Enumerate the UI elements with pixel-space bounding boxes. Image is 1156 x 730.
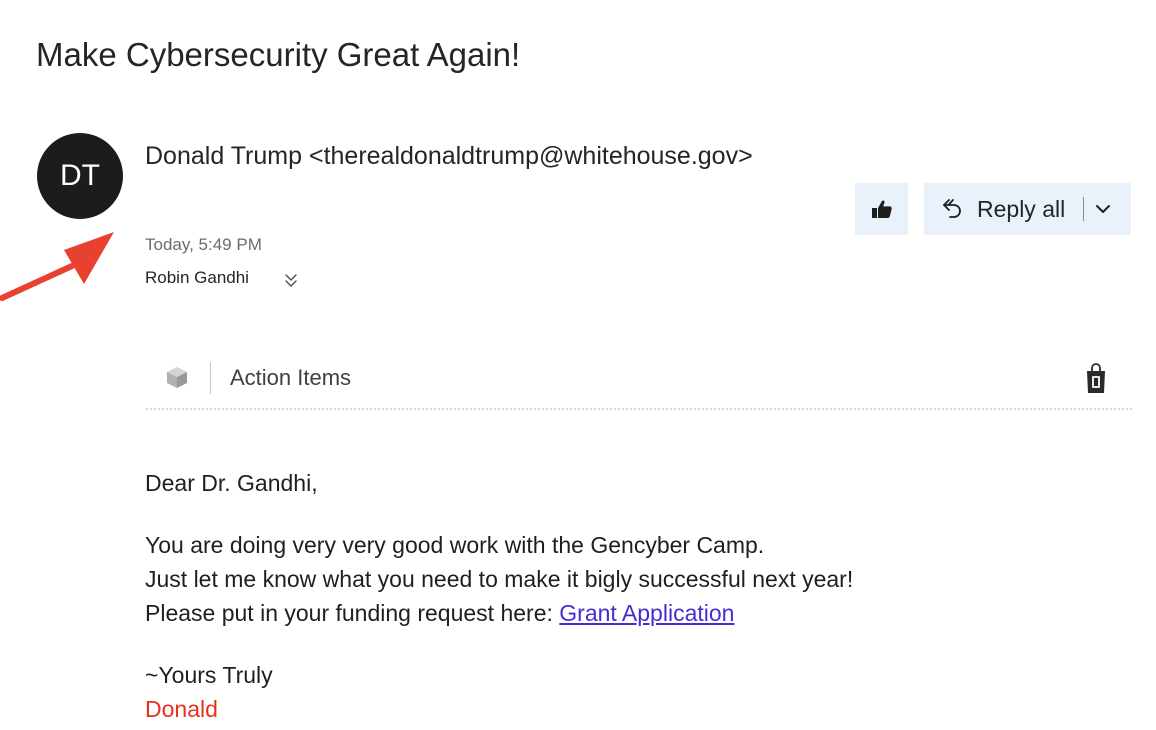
recipient-name[interactable]: Robin Gandhi	[145, 268, 249, 288]
action-items-label: Action Items	[230, 365, 352, 390]
greeting-text: Dear Dr. Gandhi,	[145, 470, 318, 496]
body-line: Just let me know what you need to make i…	[145, 566, 854, 592]
action-divider	[210, 362, 211, 394]
annotation-arrow-icon	[0, 232, 114, 301]
signature-name: Donald	[145, 696, 218, 722]
thumbs-up-icon	[871, 200, 892, 218]
email-body: Dear Dr. Gandhi, You are doing very very…	[145, 466, 853, 726]
body-line-prefix: Please put in your funding request here:	[145, 600, 560, 626]
cube-icon	[167, 367, 187, 388]
expand-recipients-icon[interactable]	[284, 272, 298, 288]
sender-name[interactable]: Donald Trump <therealdonaldtrump@whiteho…	[145, 142, 753, 171]
email-timestamp: Today, 5:49 PM	[145, 235, 262, 254]
office-store-icon[interactable]	[1084, 362, 1108, 394]
reply-all-label: Reply all	[977, 196, 1066, 222]
body-line: You are doing very very good work with t…	[145, 532, 765, 558]
like-button[interactable]	[855, 183, 908, 235]
reply-all-button[interactable]: Reply all	[924, 183, 1131, 235]
email-subject: Make Cybersecurity Great Again!	[36, 36, 521, 73]
reply-divider	[1083, 197, 1084, 221]
sender-avatar[interactable]: DT	[37, 133, 123, 219]
avatar-initials: DT	[60, 159, 100, 192]
chevron-down-icon[interactable]	[1094, 200, 1112, 218]
body-line: Please put in your funding request here:…	[145, 596, 853, 630]
closing-text: ~Yours Truly	[145, 662, 273, 688]
action-items-bar[interactable]: Action Items	[146, 352, 1132, 410]
grant-application-link[interactable]: Grant Application	[559, 600, 734, 626]
reply-all-icon	[943, 199, 961, 218]
